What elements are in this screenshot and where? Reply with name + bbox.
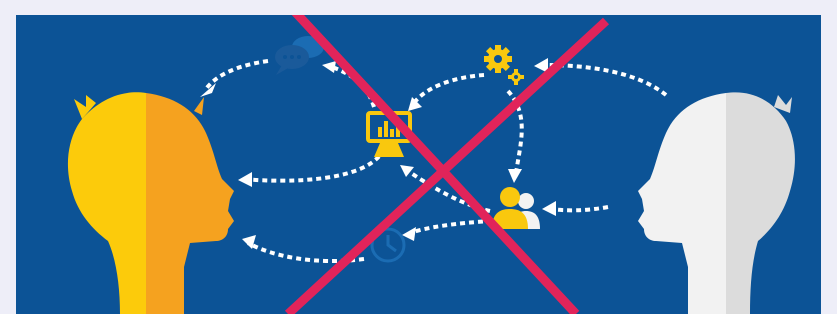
front-person-head: [500, 187, 520, 207]
illustration-frame: [16, 15, 821, 314]
communication-illustration: [16, 15, 821, 314]
back-person-head: [518, 193, 534, 209]
